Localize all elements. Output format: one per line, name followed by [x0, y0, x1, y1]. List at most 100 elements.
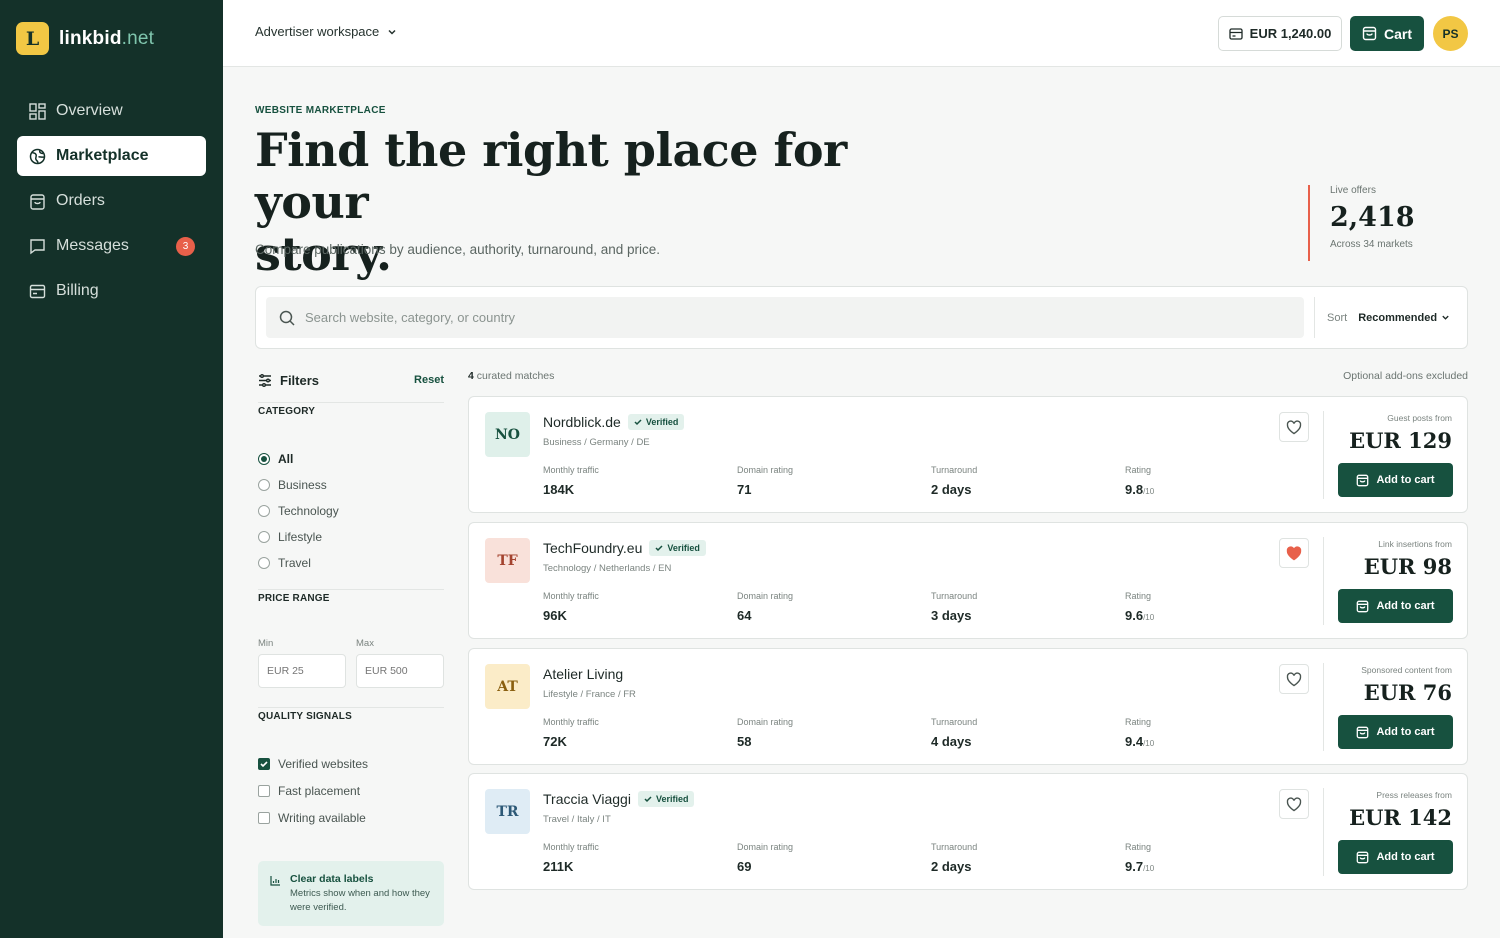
site-name[interactable]: Traccia Viaggi [543, 791, 631, 807]
site-name[interactable]: Nordblick.de [543, 414, 621, 430]
add-to-cart-label: Add to cart [1376, 726, 1435, 738]
results-meta: 4 curated matches Optional add-ons exclu… [468, 370, 1468, 382]
search-field[interactable] [266, 297, 1304, 338]
checkbox-checked[interactable] [258, 757, 270, 770]
category-option-all[interactable]: All [258, 446, 444, 472]
min-price-input[interactable] [258, 654, 346, 688]
metric-dr: Domain rating 58 [737, 717, 793, 749]
option-label: Travel [278, 556, 311, 570]
radio[interactable] [258, 531, 270, 543]
category-option-travel[interactable]: Travel [258, 550, 444, 576]
sidebar-item-messages[interactable]: Messages 3 [17, 226, 206, 266]
add-to-cart-button[interactable]: Add to cart [1338, 840, 1453, 874]
rating-suffix: /10 [1143, 864, 1155, 873]
check-icon [655, 545, 663, 552]
site-name[interactable]: Atelier Living [543, 666, 623, 682]
bag-icon [1362, 26, 1377, 41]
site-monogram: TF [485, 538, 530, 583]
metric-label: Turnaround [931, 591, 978, 601]
listing-card: AT Atelier Living Lifestyle / France / FR M… [468, 648, 1468, 765]
favorite-button[interactable] [1279, 412, 1309, 442]
card-divider [1323, 411, 1324, 499]
workspace-label: Advertiser workspace [255, 24, 380, 39]
radio-checked[interactable] [258, 453, 270, 465]
metric-rating: Rating 9.7/10 [1125, 842, 1154, 874]
site-name[interactable]: TechFoundry.eu [543, 540, 642, 556]
rating-value: 9.6 [1125, 608, 1144, 623]
option-label: Lifestyle [278, 530, 323, 544]
sidebar-item-orders[interactable]: Orders [17, 181, 206, 221]
search-input[interactable] [305, 310, 1205, 325]
metric-label: Turnaround [931, 842, 978, 852]
option-label: Fast placement [278, 783, 361, 798]
radio[interactable] [258, 557, 270, 569]
radio[interactable] [258, 505, 270, 517]
metric-value: 64 [737, 608, 752, 623]
metric-value: 71 [737, 482, 752, 497]
bag-icon [1357, 474, 1369, 486]
search-icon [279, 310, 295, 326]
add-to-cart-button[interactable]: Add to cart [1338, 463, 1453, 497]
brand-name-tld: .net [121, 27, 155, 49]
filters-panel: Filters Reset CATEGORY All Business Tech… [258, 368, 444, 926]
sidebar-item-marketplace[interactable]: Marketplace [17, 136, 206, 176]
heart-icon [1286, 796, 1302, 811]
note-text: Metrics show when and how they were veri… [290, 888, 430, 913]
favorite-button[interactable] [1279, 664, 1309, 694]
workspace-switcher[interactable]: Advertiser workspace [255, 24, 397, 39]
listing-card: TR Traccia Viaggi Verified Travel / Italy /… [468, 773, 1468, 890]
max-price-input[interactable] [356, 654, 444, 688]
cart-button[interactable]: Cart [1350, 16, 1424, 51]
favorite-button[interactable] [1279, 789, 1309, 819]
option-label: Writing available [278, 810, 366, 825]
favorite-button[interactable] [1279, 538, 1309, 568]
sort-select[interactable]: Recommended [1358, 312, 1450, 324]
brand[interactable]: L linkbid.net [16, 22, 154, 55]
listing-card: NO Nordblick.de Verified Business / Germany… [468, 396, 1468, 513]
metric-value: 9.4/10 [1125, 734, 1154, 749]
metric-label: Domain rating [737, 465, 794, 475]
results-note: Optional add-ons excluded [1343, 370, 1468, 382]
sidebar-item-label: Billing [56, 282, 99, 299]
category-option-lifestyle[interactable]: Lifestyle [258, 524, 444, 550]
radio[interactable] [258, 479, 270, 491]
sidebar-item-billing[interactable]: Billing [17, 271, 206, 311]
metric-label: Rating [1125, 717, 1152, 727]
reset-filters-link[interactable]: Reset [414, 374, 444, 386]
add-to-cart-button[interactable]: Add to cart [1338, 715, 1453, 749]
bag-icon [1357, 851, 1369, 863]
metric-label: Turnaround [931, 717, 978, 727]
sidebar-item-label: Messages [56, 237, 129, 254]
metric-turnaround: Turnaround 2 days [931, 842, 977, 874]
metric-label: Monthly traffic [543, 591, 599, 601]
balance-button[interactable]: EUR 1,240.00 [1218, 16, 1342, 51]
checkbox[interactable] [258, 811, 270, 824]
category-option-technology[interactable]: Technology [258, 498, 444, 524]
avatar[interactable]: PS [1433, 16, 1468, 51]
sidebar-item-overview[interactable]: Overview [17, 91, 206, 131]
sidebar-item-label: Marketplace [56, 147, 149, 164]
price-range-section: PRICE RANGE Min Max [258, 589, 444, 688]
verified-badge: Verified [637, 791, 695, 807]
add-to-cart-button[interactable]: Add to cart [1338, 589, 1453, 623]
offer-price: EUR 76 [1363, 680, 1452, 705]
heart-icon [1286, 671, 1302, 686]
chevron-down-icon [1442, 315, 1449, 320]
rating-value: 9.7 [1125, 859, 1144, 874]
quality-option-writing[interactable]: Writing available [258, 804, 444, 831]
metric-value: 2 days [931, 859, 972, 874]
quality-option-verified[interactable]: Verified websites [258, 750, 444, 777]
quality-option-fast[interactable]: Fast placement [258, 777, 444, 804]
category-option-business[interactable]: Business [258, 472, 444, 498]
filters-title-label: Filters [280, 372, 320, 388]
messages-count-badge: 3 [176, 237, 195, 256]
site-meta: Business / Germany / DE [543, 437, 650, 448]
checkbox[interactable] [258, 784, 270, 797]
sort-control[interactable]: Sort Recommended [1314, 297, 1450, 338]
metric-label: Rating [1125, 591, 1152, 601]
card-divider [1323, 537, 1324, 625]
metric-traffic: Monthly traffic 96K [543, 591, 599, 623]
offer-label: Link insertions from [1378, 539, 1452, 549]
metric-dr: Domain rating 64 [737, 591, 793, 623]
site-title-row: Nordblick.de Verified [543, 414, 685, 430]
